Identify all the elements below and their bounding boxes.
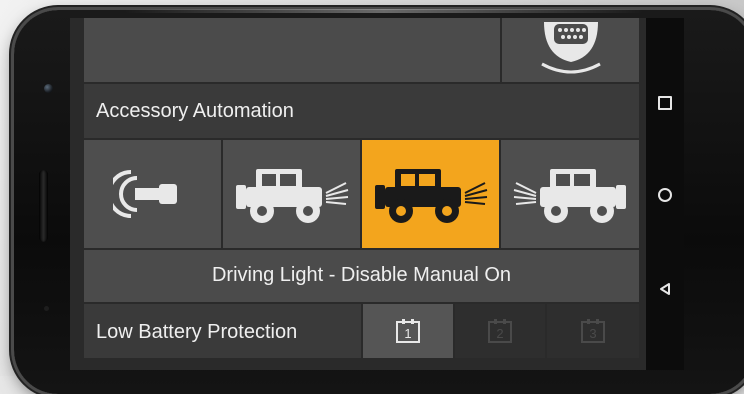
mode-vehicle-lights-button[interactable] xyxy=(223,140,360,248)
system-navigation-bar xyxy=(646,18,684,370)
automation-status-text: Driving Light - Disable Manual On xyxy=(211,264,512,286)
front-camera xyxy=(44,84,53,93)
vehicle-lights-icon xyxy=(374,169,487,223)
square-icon xyxy=(658,96,672,110)
lamp-icon xyxy=(541,22,601,74)
accessory-automation-title: Accessory Automation xyxy=(96,100,294,122)
earpiece-speaker xyxy=(39,170,48,242)
battery-level-1-button[interactable]: 1 xyxy=(363,304,453,358)
recent-apps-button[interactable] xyxy=(646,88,684,118)
automation-status-bar: Driving Light - Disable Manual On xyxy=(84,250,639,302)
battery-level-3-label: 3 xyxy=(589,326,596,341)
low-battery-title: Low Battery Protection xyxy=(96,321,298,343)
battery-level-2-label: 2 xyxy=(496,326,503,341)
accessory-automation-header: Accessory Automation xyxy=(84,84,639,138)
back-button[interactable] xyxy=(646,274,684,304)
vehicle-lights-icon xyxy=(235,169,348,223)
battery-level-1-icon: 1 xyxy=(396,319,420,343)
battery-level-2-icon: 2 xyxy=(488,319,512,343)
app-content: Accessory Automation Driving Light - Dis… xyxy=(84,18,639,370)
circle-icon xyxy=(658,188,672,202)
vehicle-rear-lights-icon xyxy=(513,169,626,223)
mode-ignition-button[interactable] xyxy=(84,140,221,248)
mode-vehicle-lights-active-button[interactable] xyxy=(362,140,499,248)
battery-level-3-button[interactable]: 3 xyxy=(547,304,639,358)
triangle-back-icon xyxy=(660,283,670,295)
battery-level-3-icon: 3 xyxy=(581,319,605,343)
battery-level-1-label: 1 xyxy=(404,326,411,341)
battery-level-2-button[interactable]: 2 xyxy=(455,304,545,358)
mode-vehicle-rear-lights-button[interactable] xyxy=(501,140,639,248)
app-screen: Accessory Automation Driving Light - Dis… xyxy=(70,18,646,370)
lamp-tile[interactable] xyxy=(502,18,639,82)
ignition-key-icon xyxy=(112,170,177,218)
phone-edge-highlight xyxy=(124,9,644,13)
previous-section-tile[interactable] xyxy=(84,18,500,82)
low-battery-header: Low Battery Protection xyxy=(84,304,361,358)
proximity-sensor xyxy=(44,306,49,311)
home-button[interactable] xyxy=(646,180,684,210)
